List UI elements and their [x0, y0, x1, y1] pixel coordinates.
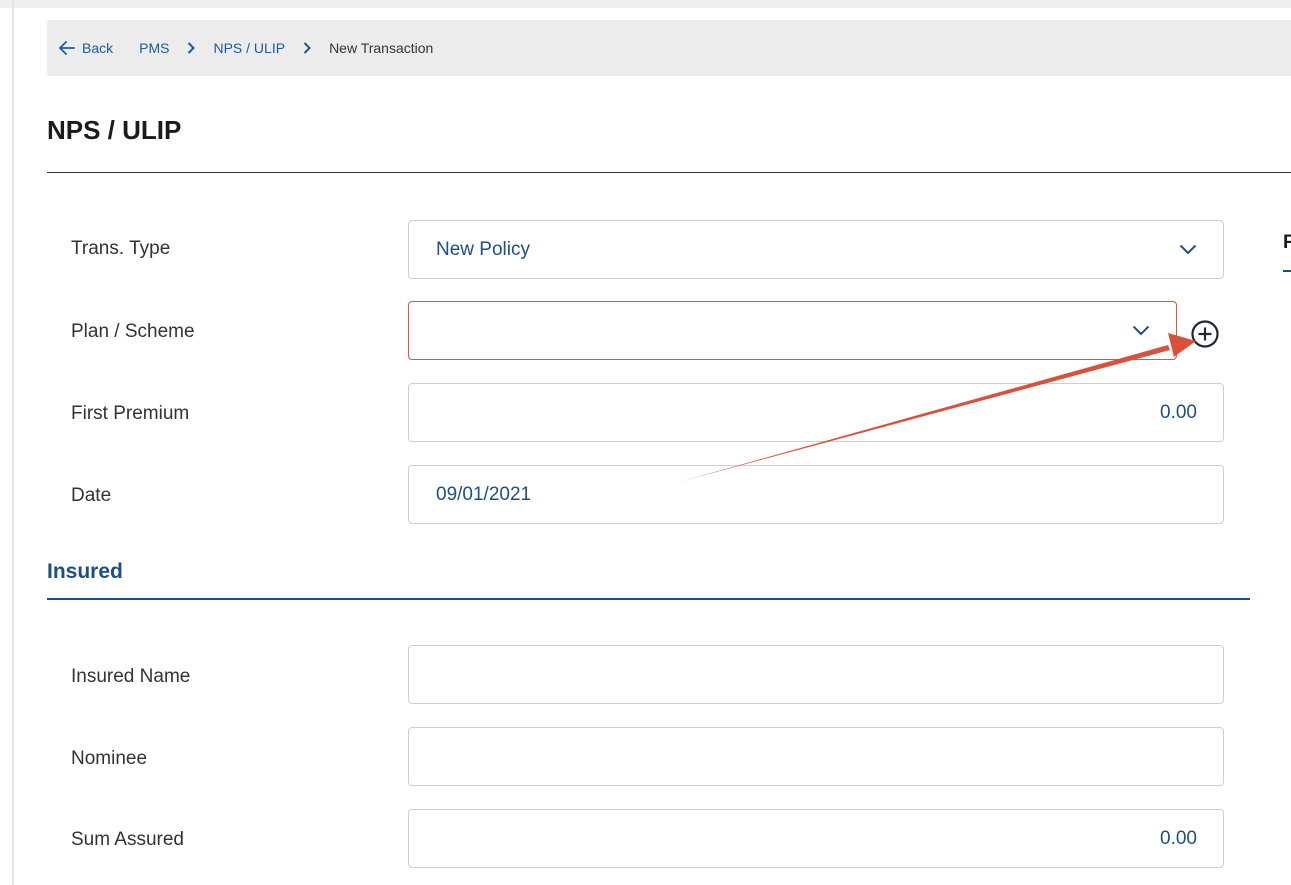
- chevron-right-icon: [303, 42, 311, 54]
- sum-assured-value: 0.00: [1160, 827, 1197, 849]
- insured-section-title: Insured: [47, 560, 123, 583]
- add-plan-button[interactable]: [1188, 317, 1222, 351]
- trans-type-value: New Policy: [436, 238, 530, 260]
- top-strip: [0, 0, 1291, 8]
- trans-type-select[interactable]: New Policy: [408, 220, 1224, 279]
- title-divider: [47, 172, 1291, 173]
- chevron-down-icon: [1179, 244, 1197, 255]
- plan-scheme-label: Plan / Scheme: [71, 321, 195, 342]
- insured-name-input[interactable]: [408, 645, 1224, 704]
- plus-circle-icon: [1191, 320, 1219, 348]
- page-title: NPS / ULIP: [47, 115, 182, 145]
- date-label: Date: [71, 485, 112, 506]
- insured-name-label: Insured Name: [71, 666, 191, 687]
- plan-scheme-select[interactable]: [408, 301, 1177, 360]
- insured-section-divider: [47, 598, 1250, 600]
- date-input[interactable]: 09/01/2021: [408, 465, 1224, 524]
- chevron-right-icon: [187, 42, 196, 54]
- breadcrumb-item-current: New Transaction: [329, 40, 434, 56]
- nominee-input[interactable]: [408, 727, 1224, 786]
- date-value: 09/01/2021: [436, 483, 532, 505]
- nominee-label: Nominee: [71, 748, 148, 769]
- sum-assured-label: Sum Assured: [71, 829, 184, 850]
- breadcrumb: Back PMS NPS / ULIP New Transaction: [47, 20, 1291, 76]
- side-tab-underline: [1283, 270, 1291, 272]
- breadcrumb-item-nps-ulip[interactable]: NPS / ULIP: [213, 40, 285, 56]
- side-tab[interactable]: F: [1283, 232, 1291, 254]
- arrow-left-icon: [59, 41, 75, 55]
- chevron-down-icon: [1132, 325, 1150, 336]
- back-link[interactable]: Back: [59, 40, 113, 56]
- left-rule: [12, 0, 14, 885]
- breadcrumb-item-pms[interactable]: PMS: [139, 40, 169, 56]
- first-premium-label: First Premium: [71, 403, 190, 424]
- trans-type-label: Trans. Type: [71, 238, 171, 259]
- back-label: Back: [82, 40, 114, 56]
- first-premium-input[interactable]: 0.00: [408, 383, 1224, 442]
- sum-assured-input[interactable]: 0.00: [408, 809, 1224, 868]
- first-premium-value: 0.00: [1160, 401, 1197, 423]
